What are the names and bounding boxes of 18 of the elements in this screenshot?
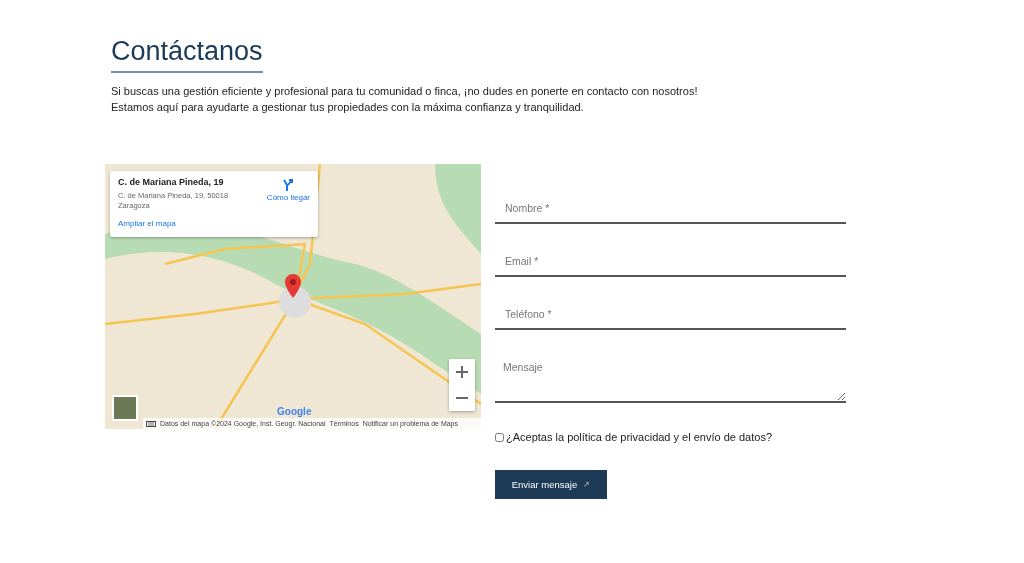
- consent-checkbox[interactable]: [495, 432, 504, 442]
- zoom-out-button[interactable]: [449, 385, 475, 411]
- zoom-in-button[interactable]: [449, 359, 475, 385]
- directions-link[interactable]: Cómo llegar: [266, 193, 310, 202]
- intro-paragraph: Si buscas una gestión eficiente y profesional para tu comunidad o finca, ¡no dudes en ponerte en contacto con nosotros! Estamos aquí para ayudarte a gestionar tus propiedades con la máxima confianza y tranquilidad.: [111, 84, 699, 115]
- satellite-view-button[interactable]: [112, 395, 138, 421]
- enlarge-map-link[interactable]: Ampliar el mapa: [118, 219, 176, 228]
- page-heading: Contáctanos: [111, 36, 263, 73]
- map-pin-icon: [285, 274, 301, 298]
- keyboard-icon[interactable]: [146, 420, 156, 427]
- place-title: C. de Mariana Pineda, 19: [118, 177, 224, 187]
- consent-label: ¿Aceptas la política de privacidad y el envío de datos?: [506, 431, 772, 443]
- map-logo: Google: [277, 406, 312, 417]
- directions-icon: [282, 179, 295, 191]
- submit-button[interactable]: Enviar mensaje ↗: [495, 470, 607, 499]
- plus-icon: [456, 366, 468, 378]
- arrow-icon: ↗: [583, 480, 591, 489]
- minus-icon: [456, 397, 468, 399]
